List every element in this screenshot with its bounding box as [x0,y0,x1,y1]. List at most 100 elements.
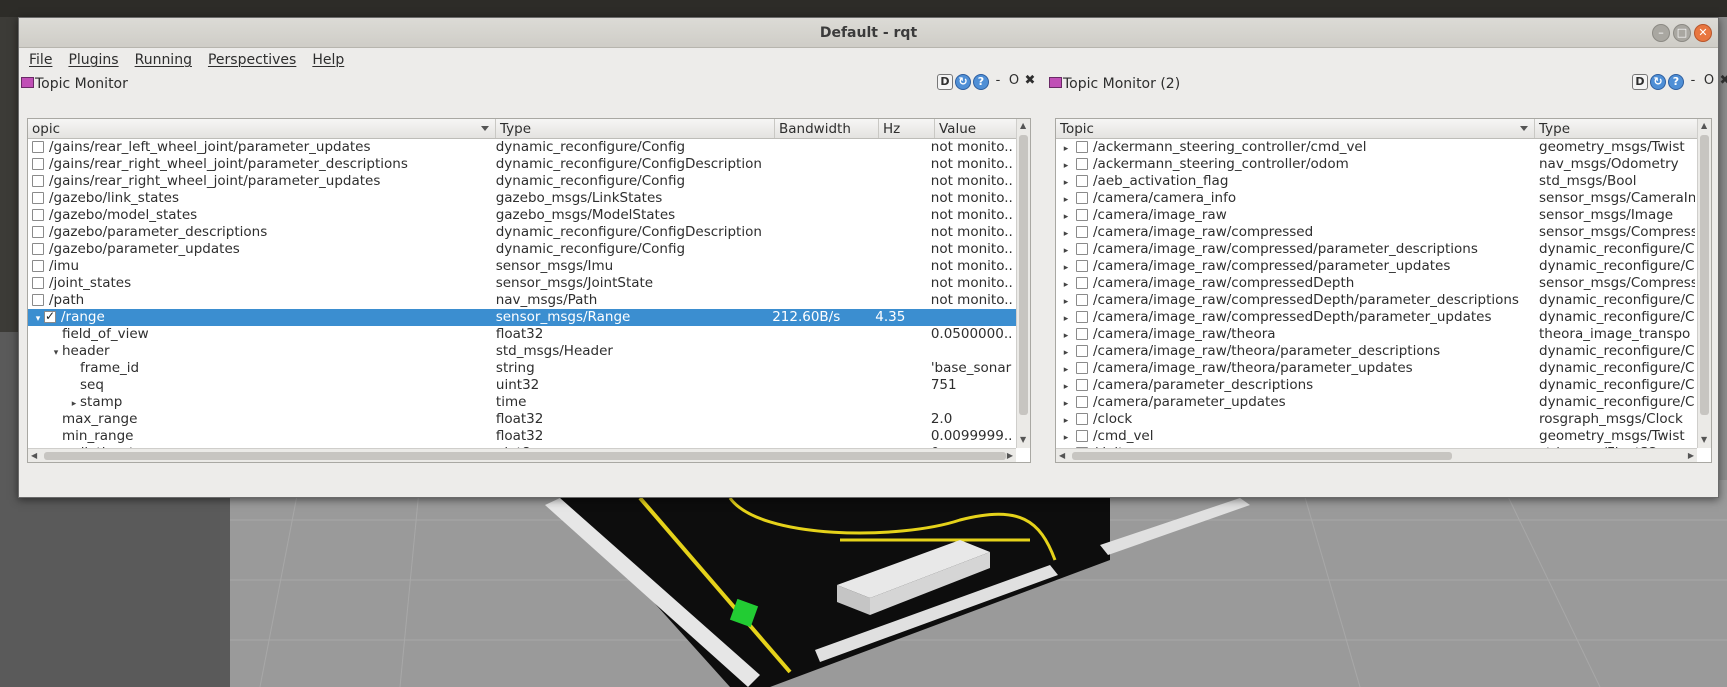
col-type-header[interactable]: Type [496,119,775,138]
col-topic-header[interactable]: Topic [1056,119,1535,138]
float-pane-icon[interactable]: O [1702,74,1716,90]
monitor-checkbox[interactable] [32,226,44,238]
table-row[interactable]: ▸ /camera/image_raw/compressedDepth/param… [1056,309,1697,326]
hscroll-thumb[interactable] [1072,452,1452,460]
table-row[interactable]: ▸ /aeb_activation_flag std_msgs/Bool [1056,173,1697,190]
table-row[interactable]: ▸ /camera/image_raw/theora/parameter_desc… [1056,343,1697,360]
expand-arrow-icon[interactable]: ▸ [1060,430,1072,445]
expand-arrow-icon[interactable]: ▸ [1060,209,1072,224]
monitor-checkbox[interactable] [1076,294,1088,306]
table-row[interactable]: /joint_states sensor_msgs/JointState not m… [28,275,1016,292]
reload-icon[interactable]: ↻ [1650,74,1666,90]
expand-arrow-icon[interactable]: ▸ [1060,277,1072,292]
hscroll-thumb[interactable] [44,452,1006,460]
scroll-thumb[interactable] [1700,135,1709,415]
minimize-button[interactable]: – [1652,24,1670,42]
col-type-header[interactable]: Type [1535,119,1699,138]
reload-icon[interactable]: ↻ [955,74,971,90]
monitor-checkbox[interactable] [1076,430,1088,442]
monitor-checkbox[interactable] [32,158,44,170]
table-row[interactable]: ▸ /camera/image_raw/theora theora_image_tr… [1056,326,1697,343]
expand-arrow-icon[interactable]: ▸ [1060,362,1072,377]
col-bandwidth-header[interactable]: Bandwidth [775,119,879,138]
expand-arrow-icon[interactable]: ▸ [1060,294,1072,309]
vertical-scrollbar[interactable]: ▲ ▼ [1016,119,1030,448]
help-icon[interactable]: ? [1668,74,1684,90]
dock-d-icon[interactable]: D [937,74,953,90]
monitor-checkbox[interactable] [1076,158,1088,170]
monitor-checkbox[interactable] [1076,226,1088,238]
expand-arrow-icon[interactable]: ▸ [1060,192,1072,207]
monitor-checkbox[interactable] [32,260,44,272]
monitor-checkbox[interactable] [1076,311,1088,323]
table-row[interactable]: ▸ /camera/parameter_updates dynamic_reconf… [1056,394,1697,411]
expand-arrow-icon[interactable]: ▸ [1060,226,1072,241]
table-row[interactable]: ▸ /ackermann_steering_controller/odom nav_… [1056,156,1697,173]
expand-arrow-icon[interactable]: ▸ [1060,413,1072,428]
monitor-checkbox[interactable] [32,175,44,187]
expand-arrow-icon[interactable]: ▸ [1060,260,1072,275]
monitor-checkbox[interactable] [32,243,44,255]
col-hz-header[interactable]: Hz [879,119,935,138]
monitor-checkbox[interactable] [1076,192,1088,204]
expand-arrow-icon[interactable]: ▸ [1060,379,1072,394]
menu-file[interactable]: File [29,52,52,68]
expand-arrow-icon[interactable]: ▸ [1060,158,1072,173]
col-value-header[interactable]: Value [935,119,1018,138]
minimize-pane-icon[interactable]: - [1686,74,1700,90]
minimize-pane-icon[interactable]: - [991,74,1005,90]
horizontal-scrollbar[interactable]: ◀ ▶ [1056,448,1697,462]
monitor-checkbox[interactable] [32,141,44,153]
monitor-checkbox[interactable] [1076,328,1088,340]
table-row[interactable]: field_of_view float32 0.0500000.. [28,326,1016,343]
table-row[interactable]: /gains/rear_right_wheel_joint/parameter_… [28,156,1016,173]
expand-arrow-icon[interactable]: ▸ [1060,328,1072,343]
table-row[interactable]: /path nav_msgs/Path not monito.. [28,292,1016,309]
table-row[interactable]: ▸ /clock rosgraph_msgs/Clock [1056,411,1697,428]
table-row[interactable]: ▸ /camera/image_raw sensor_msgs/Image [1056,207,1697,224]
table-row[interactable]: ▸ /camera/image_raw/compressed sensor_msgs… [1056,224,1697,241]
close-pane-icon[interactable]: ✖ [1023,74,1037,90]
table-row[interactable]: /gains/rear_right_wheel_joint/parameter_… [28,173,1016,190]
scroll-thumb[interactable] [1019,135,1028,415]
table-row[interactable]: ▸ stamp time [28,394,1016,411]
table-row[interactable]: ▸ /cmd_vel geometry_msgs/Twist [1056,428,1697,445]
expand-arrow-icon[interactable]: ▸ [1060,311,1072,326]
table-row[interactable]: /gazebo/parameter_updates dynamic_reconfi… [28,241,1016,258]
expand-arrow-icon[interactable]: ▸ [1060,141,1072,156]
monitor-checkbox[interactable] [44,309,56,325]
table-row[interactable]: ▸ /camera/image_raw/theora/parameter_upda… [1056,360,1697,377]
vertical-scrollbar[interactable]: ▲ ▼ [1697,119,1711,448]
col-topic-header[interactable]: opic [28,119,496,138]
monitor-checkbox[interactable] [32,294,44,306]
menu-perspectives[interactable]: Perspectives [208,52,296,68]
expand-arrow-icon[interactable]: ▸ [1060,345,1072,360]
table-row[interactable]: ▾ /range sensor_msgs/Range 212.60B/s 4.35 [28,309,1016,326]
menu-plugins[interactable]: Plugins [68,52,118,68]
menu-running[interactable]: Running [135,52,192,68]
help-icon[interactable]: ? [973,74,989,90]
menu-help[interactable]: Help [312,52,344,68]
collapse-arrow-icon[interactable]: ▾ [32,311,44,326]
table-row[interactable]: ▸ /camera/image_raw/compressedDepth/param… [1056,292,1697,309]
monitor-checkbox[interactable] [32,277,44,289]
table-row[interactable]: /gains/rear_left_wheel_joint/parameter_u… [28,139,1016,156]
table-row[interactable]: ▸ /camera/camera_info sensor_msgs/CameraIn [1056,190,1697,207]
monitor-checkbox[interactable] [1076,413,1088,425]
monitor-checkbox[interactable] [1076,396,1088,408]
window-titlebar[interactable]: Default - rqt – □ ✕ [19,18,1718,48]
expand-arrow-icon[interactable]: ▸ [1060,396,1072,411]
monitor-checkbox[interactable] [32,209,44,221]
table-row[interactable]: max_range float32 2.0 [28,411,1016,428]
table-row[interactable]: ▸ /camera/parameter_descriptions dynamic_r… [1056,377,1697,394]
close-pane-icon[interactable]: ✖ [1718,74,1727,90]
monitor-checkbox[interactable] [1076,209,1088,221]
topic-tree[interactable]: opic Type Bandwidth Hz Value /gains/rear… [27,118,1031,463]
monitor-checkbox[interactable] [1076,260,1088,272]
monitor-checkbox[interactable] [32,192,44,204]
monitor-checkbox[interactable] [1076,175,1088,187]
monitor-checkbox[interactable] [1076,379,1088,391]
table-row[interactable]: /gazebo/link_states gazebo_msgs/LinkState… [28,190,1016,207]
expand-arrow-icon[interactable]: ▸ [68,396,80,411]
table-row[interactable]: /gazebo/parameter_descriptions dynamic_re… [28,224,1016,241]
